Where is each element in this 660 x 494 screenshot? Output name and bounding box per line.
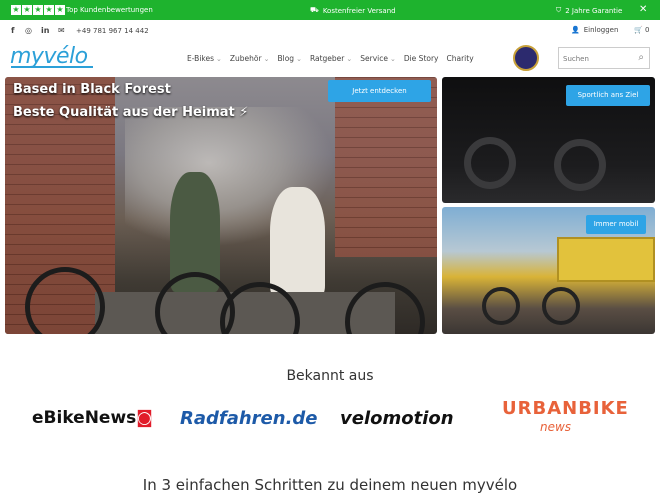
shipping-info: ⛟ Kostenfreier Versand [310,6,396,15]
cart-count: 0 [644,26,650,34]
reviews-text[interactable]: Top Kundenbewertungen [66,6,153,14]
nav-item-zubehoer[interactable]: Zubehör ⌄ [230,54,270,63]
press-heading: Bekannt aus [286,368,374,384]
instagram-icon[interactable]: ◎ [25,26,32,35]
rider-figure [270,187,325,297]
nav-label: Ratgeber [309,54,345,63]
bike-wheel [345,282,425,334]
logo-underline [11,66,93,68]
chevron-down-icon: ⌄ [389,55,396,63]
award-seal [513,45,539,71]
nav-label: Zubehör [229,54,262,63]
logo-radfahren[interactable]: Radfahren.de [180,408,318,429]
sport-button[interactable]: Sportlich ans Ziel [566,85,650,106]
login-label: Einloggen [583,26,619,34]
logo-velomotion[interactable]: velomotion [340,408,454,429]
brick-wall [335,77,437,257]
cart-button[interactable]: 🛒 0 [634,26,649,34]
nav-item-service[interactable]: Service ⌄ [360,54,396,63]
shield-icon: ⛉ [556,6,562,14]
mail-icon[interactable]: ✉ [58,26,65,35]
nav-item-charity[interactable]: Charity [447,54,474,63]
user-icon: 👤 [571,26,580,34]
logo-urbanbike-news: news [540,420,572,434]
star-icon: ★ [33,5,43,15]
linkedin-icon[interactable]: in [41,26,49,35]
chevron-down-icon: ⌄ [263,55,270,63]
shipping-text: Kostenfreier Versand [322,6,396,15]
bike-wheel [554,139,606,191]
nav-item-ratgeber[interactable]: Ratgeber ⌄ [310,54,352,63]
star-icon: ★ [44,5,54,15]
search-placeholder: Suchen [563,55,589,63]
mobile-button[interactable]: Immer mobil [586,215,646,234]
contact-bar: f ◎ in ✉ +49 781 967 14 442 👤 Einloggen … [0,20,660,42]
search-icon[interactable]: ⌕ [638,52,644,63]
hero-banner[interactable]: Based in Black Forest Beste Qualität aus… [5,77,437,334]
ebikenews-mark-icon: ◙ [136,408,153,428]
top-announcement-bar: ★ ★ ★ ★ ★ Top Kundenbewertungen ⛟ Kosten… [0,0,660,20]
steps-heading: In 3 einfachen Schritten zu deinem neuen… [142,476,518,494]
facebook-icon[interactable]: f [11,26,14,35]
discover-button[interactable]: Jetzt entdecken [328,80,431,102]
hero-headline: Based in Black Forest [13,82,171,97]
bike-wheel [482,287,520,325]
logo-urbanbike[interactable]: URBANBIKE [502,398,629,419]
hero-subheadline: Beste Qualität aus der Heimat ⚡ [13,105,249,120]
star-icon: ★ [11,5,21,15]
nav-label: Blog [277,54,295,63]
nav-item-blog[interactable]: Blog ⌄ [277,54,301,63]
ebikenews-text: eBikeNews [32,408,137,428]
bike-wheel [542,287,580,325]
cart-icon: 🛒 [634,26,643,34]
promo-card-sport[interactable]: Sportlich ans Ziel [442,77,655,203]
nav-item-ebikes[interactable]: E-Bikes ⌄ [187,54,222,63]
nav-item-story[interactable]: Die Story [404,54,439,63]
bike-wheel [464,137,516,189]
chevron-down-icon: ⌄ [346,55,353,63]
chevron-down-icon: ⌄ [296,55,302,63]
chevron-down-icon: ⌄ [216,55,222,63]
warranty-text: 2 Jahre Garantie [565,6,623,15]
star-icon: ★ [22,5,32,15]
main-nav: E-Bikes ⌄ Zubehör ⌄ Blog ⌄ Ratgeber ⌄ Servic… [187,54,474,63]
nav-label: Service [360,54,388,63]
promo-card-mobile[interactable]: Immer mobil [442,207,655,334]
close-icon[interactable]: ✕ [639,4,647,15]
warranty-info: ⛉ 2 Jahre Garantie [556,6,622,15]
truck-icon: ⛟ [310,6,319,14]
search-input[interactable]: Suchen ⌕ [558,47,650,69]
phone-number[interactable]: +49 781 967 14 442 [76,27,149,35]
star-icon: ★ [55,5,65,15]
login-link[interactable]: 👤 Einloggen [571,26,618,34]
rating-stars: ★ ★ ★ ★ ★ [11,5,65,15]
tram-image [557,237,655,282]
nav-label: E-Bikes [187,54,215,63]
logo-ebikenews[interactable]: eBikeNews◙ [32,408,153,428]
